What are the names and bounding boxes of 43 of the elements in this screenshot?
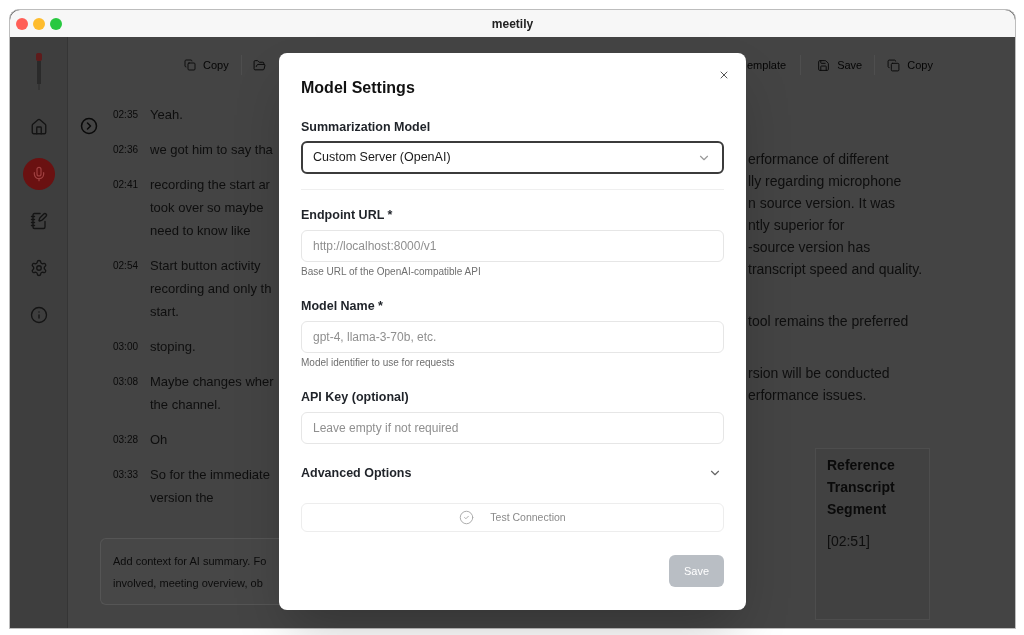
text-input-field[interactable]: gpt-4, llama-3-70b, etc. [301,321,724,353]
close-window-button[interactable] [16,17,28,30]
chevron-right-circle-icon[interactable] [80,117,98,135]
window-title: meetily [491,15,534,33]
copy-icon [887,58,901,72]
folder-icon[interactable] [252,58,266,72]
model-select[interactable]: Custom Server (OpenAI) [301,141,724,174]
timestamp: 02:54 [113,259,140,273]
notebook-pen-icon[interactable] [29,212,48,230]
zoom-window-button[interactable] [50,17,62,30]
home-icon[interactable] [29,118,48,136]
advanced-options-toggle[interactable]: Advanced Options [301,463,724,483]
text-input-field[interactable]: http://localhost:8000/v1 [301,230,724,262]
timestamp: 02:36 [113,143,140,157]
save-summary-button[interactable]: Save [801,52,875,78]
field-label: Model Name * [301,298,383,314]
close-icon[interactable] [718,69,730,81]
settings-icon[interactable] [29,259,48,277]
timestamp: 02:41 [113,178,140,192]
field-hint: Base URL of the OpenAI-compatible API [301,266,481,278]
timestamp: 03:28 [113,433,140,447]
field-label: API Key (optional) [301,389,409,405]
check-circle-icon [459,510,475,525]
field-label: Endpoint URL * [301,207,393,223]
timestamp: 03:08 [113,375,140,389]
text-input-field[interactable]: Leave empty if not required [301,412,724,444]
timestamp: 03:33 [113,468,140,482]
copy-summary-button[interactable]: Copy [875,52,933,78]
logo-icon [33,53,44,90]
copy-button[interactable]: Copy [176,52,237,78]
copy-icon [184,59,196,71]
timestamp: 02:35 [113,108,140,122]
field-hint: Model identifier to use for requests [301,357,455,369]
info-icon[interactable] [29,306,48,324]
context-field[interactable]: Add context for AI summary. Fo involved, meeting overview, ob [100,538,279,605]
table-header: Reference Transcript Segment [827,456,896,519]
template-button[interactable]: emplate [747,52,801,78]
save-icon [817,58,831,72]
dialog-title: Model Settings [301,78,415,98]
timestamp: 03:00 [113,340,140,354]
field-label: Summarization Model [301,119,431,135]
record-button[interactable] [22,158,55,190]
minimize-window-button[interactable] [33,17,45,30]
